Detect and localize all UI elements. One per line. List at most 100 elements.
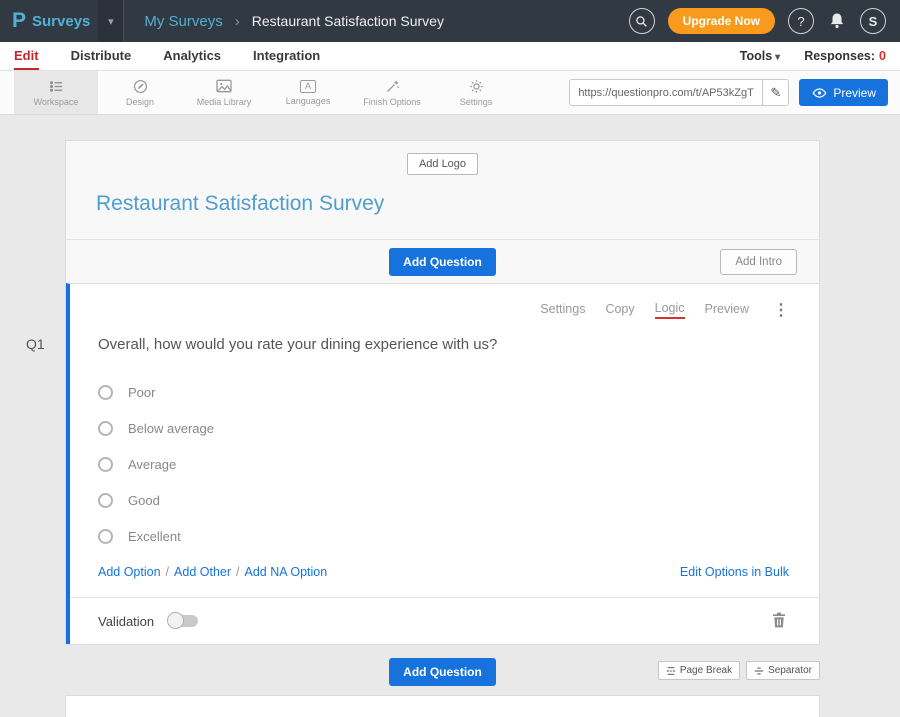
- magic-wand-icon: [384, 78, 400, 94]
- survey-url-input[interactable]: [570, 87, 762, 99]
- option-links-row: Add Option/Add Other/Add NA Option Edit …: [98, 565, 789, 597]
- toolbar-item-label: Media Library: [197, 97, 252, 107]
- responses-count: 0: [879, 49, 886, 63]
- survey-header-section: Add Logo Restaurant Satisfaction Survey: [66, 141, 819, 239]
- radio-icon[interactable]: [98, 421, 113, 436]
- notifications-bell-icon[interactable]: [827, 11, 847, 31]
- slash-separator: /: [166, 565, 169, 579]
- validation-row: Validation: [70, 597, 819, 644]
- toolbar-item-design[interactable]: Design: [98, 71, 182, 114]
- question-settings-link[interactable]: Settings: [540, 302, 585, 318]
- toolbar-right: ✎ Preview: [569, 79, 888, 106]
- eye-icon: [811, 85, 827, 101]
- option-label[interactable]: Below average: [128, 421, 214, 436]
- next-section-card: [65, 695, 820, 717]
- radio-icon[interactable]: [98, 457, 113, 472]
- tab-edit[interactable]: Edit: [14, 42, 39, 70]
- separator-icon: [754, 666, 764, 676]
- upgrade-now-button[interactable]: Upgrade Now: [668, 8, 775, 34]
- tools-menu[interactable]: Tools▾: [740, 49, 780, 63]
- search-button[interactable]: [629, 8, 655, 34]
- product-name: Surveys: [32, 13, 90, 30]
- add-logo-button[interactable]: Add Logo: [407, 153, 478, 175]
- add-other-link[interactable]: Add Other: [174, 565, 231, 579]
- add-na-option-link[interactable]: Add NA Option: [245, 565, 328, 579]
- preview-button[interactable]: Preview: [799, 79, 888, 106]
- question-text[interactable]: Overall, how would you rate your dining …: [98, 336, 789, 353]
- survey-url-box: ✎: [569, 79, 789, 106]
- questionpro-logo-icon: P: [12, 9, 26, 33]
- add-intro-button[interactable]: Add Intro: [720, 249, 797, 275]
- product-switcher-caret[interactable]: ▾: [98, 0, 124, 42]
- toolbar-item-finish-options[interactable]: Finish Options: [350, 71, 434, 114]
- help-button[interactable]: ?: [788, 8, 814, 34]
- between-questions-row: Add Question Page Break Separator: [65, 658, 820, 686]
- option-label[interactable]: Poor: [128, 385, 155, 400]
- search-icon: [634, 13, 650, 29]
- toolbar-item-workspace[interactable]: Workspace: [14, 71, 98, 114]
- add-option-link[interactable]: Add Option: [98, 565, 161, 579]
- toolbar-item-languages[interactable]: A Languages: [266, 71, 350, 114]
- option-label[interactable]: Average: [128, 457, 176, 472]
- option-label[interactable]: Excellent: [128, 529, 181, 544]
- page-break-button[interactable]: Page Break: [658, 661, 740, 680]
- radio-icon[interactable]: [98, 529, 113, 544]
- design-pencil-icon: [132, 78, 148, 94]
- option-row-excellent[interactable]: Excellent: [98, 529, 789, 544]
- option-row-below-average[interactable]: Below average: [98, 421, 789, 436]
- workspace-list-icon: [48, 78, 64, 94]
- option-label[interactable]: Good: [128, 493, 160, 508]
- validation-toggle[interactable]: [168, 615, 198, 627]
- toggle-knob: [167, 612, 184, 629]
- question-actions: Settings Copy Logic Preview ⋮: [98, 300, 789, 320]
- image-icon: [216, 78, 232, 94]
- separator-button[interactable]: Separator: [746, 661, 820, 680]
- edit-url-button[interactable]: ✎: [762, 80, 788, 105]
- radio-icon[interactable]: [98, 493, 113, 508]
- nav-right: Tools▾ Responses:0: [740, 42, 886, 70]
- edit-options-in-bulk-link[interactable]: Edit Options in Bulk: [680, 565, 789, 579]
- add-question-button-top[interactable]: Add Question: [389, 248, 496, 276]
- question-mark-icon: ?: [797, 14, 804, 29]
- delete-question-button[interactable]: [771, 611, 789, 631]
- question-number-label: Q1: [26, 336, 45, 352]
- responses-counter[interactable]: Responses:0: [804, 49, 886, 63]
- survey-card: Add Logo Restaurant Satisfaction Survey …: [65, 140, 820, 645]
- user-avatar[interactable]: S: [860, 8, 886, 34]
- toolbar-item-label: Settings: [460, 97, 493, 107]
- chevron-down-icon: ▾: [108, 15, 114, 28]
- survey-title[interactable]: Restaurant Satisfaction Survey: [66, 175, 819, 239]
- tab-integration[interactable]: Integration: [253, 42, 320, 70]
- option-row-poor[interactable]: Poor: [98, 385, 789, 400]
- brand[interactable]: P Surveys: [0, 0, 98, 42]
- breadcrumb-my-surveys[interactable]: My Surveys: [144, 13, 222, 30]
- question-copy-link[interactable]: Copy: [605, 302, 634, 318]
- option-row-average[interactable]: Average: [98, 457, 789, 472]
- gear-icon: [468, 78, 484, 94]
- top-bar: P Surveys ▾ My Surveys › Restaurant Sati…: [0, 0, 900, 42]
- tab-distribute[interactable]: Distribute: [71, 42, 132, 70]
- trash-icon: [771, 611, 787, 629]
- breadcrumb-survey-title: Restaurant Satisfaction Survey: [252, 13, 444, 29]
- question-more-menu-icon[interactable]: ⋮: [773, 300, 789, 320]
- add-question-button-bottom[interactable]: Add Question: [389, 658, 496, 686]
- toolbar-item-media-library[interactable]: Media Library: [182, 71, 266, 114]
- radio-icon[interactable]: [98, 385, 113, 400]
- languages-icon: A: [300, 80, 316, 93]
- toolbar-item-label: Languages: [286, 96, 331, 106]
- chevron-down-icon: ▾: [775, 52, 780, 63]
- editor-toolbar: Workspace Design Media Library A Languag…: [0, 71, 900, 115]
- option-row-good[interactable]: Good: [98, 493, 789, 508]
- toolbar-item-settings[interactable]: Settings: [434, 71, 518, 114]
- top-bar-actions: Upgrade Now ? S: [629, 8, 900, 34]
- answer-options: Poor Below average Average Good Excellen…: [98, 385, 789, 544]
- editor-canvas: Add Logo Restaurant Satisfaction Survey …: [0, 115, 900, 717]
- question-preview-link[interactable]: Preview: [705, 302, 749, 318]
- page-break-icon: [666, 666, 676, 676]
- question-logic-link[interactable]: Logic: [655, 301, 685, 319]
- toolbar-item-label: Design: [126, 97, 154, 107]
- tab-analytics[interactable]: Analytics: [163, 42, 221, 70]
- add-question-row-top: Add Question Add Intro: [66, 239, 819, 283]
- breadcrumb-chevron-icon: ›: [235, 13, 240, 30]
- toolbar-item-label: Finish Options: [363, 97, 421, 107]
